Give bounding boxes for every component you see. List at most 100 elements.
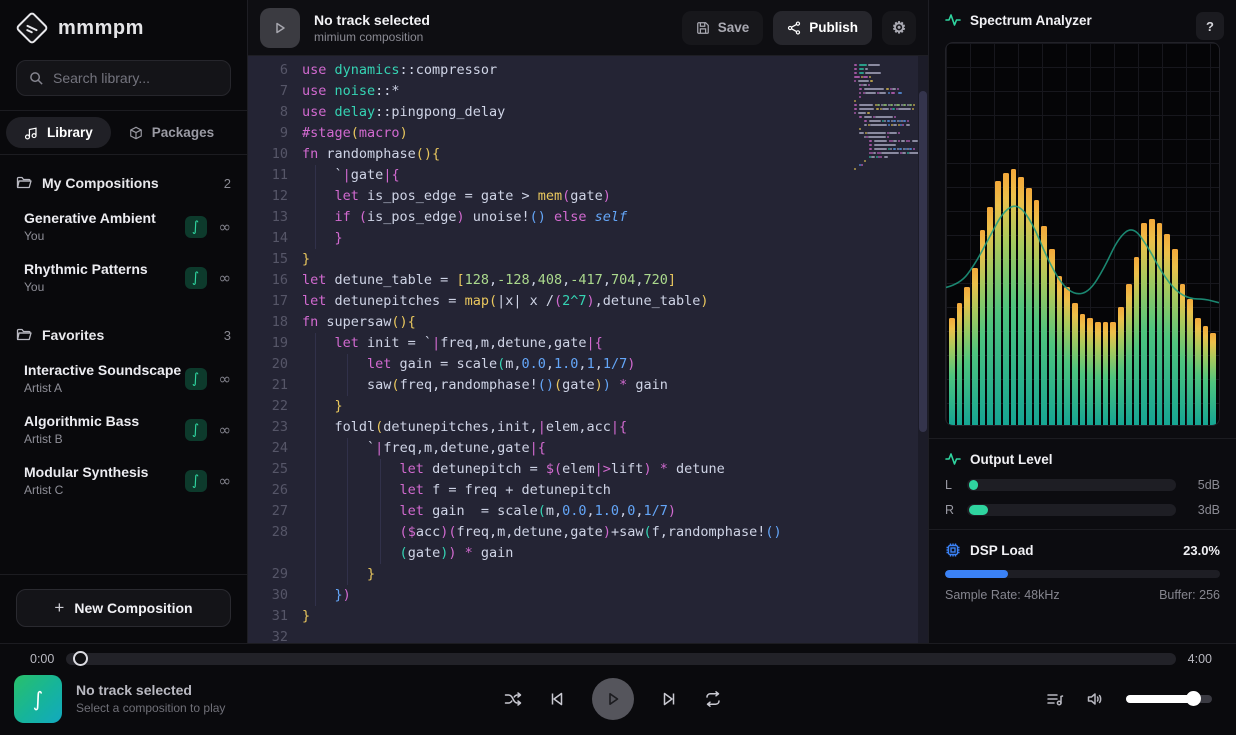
code-token: () <box>765 524 781 540</box>
minimap-line <box>854 104 916 106</box>
code-token: f,randomphase! <box>652 524 766 540</box>
composition-item[interactable]: Rhythmic PatternsYou∫∞ <box>0 252 247 303</box>
minimap-line <box>854 116 916 118</box>
code-token: fn <box>302 146 326 162</box>
repeat-button[interactable] <box>704 690 722 708</box>
editor-minimap[interactable] <box>852 56 918 643</box>
help-button[interactable]: ? <box>1196 12 1224 40</box>
infinity-icon: ∞ <box>219 370 232 388</box>
next-button[interactable] <box>660 690 678 708</box>
code-token: 720 <box>643 272 667 288</box>
code-token: map <box>465 293 489 309</box>
infinity-icon: ∞ <box>219 269 232 287</box>
player-bar: 0:00 4:00 ∫ No track selected Select a c… <box>0 643 1236 735</box>
indent-guide <box>315 564 316 585</box>
search-box[interactable] <box>16 60 231 96</box>
spectrum-title: Spectrum Analyzer <box>970 13 1092 28</box>
publish-button[interactable]: Publish <box>773 11 872 45</box>
code-token: elem <box>562 461 595 477</box>
line-number: 28 <box>248 522 288 543</box>
transport-controls <box>504 678 722 720</box>
composition-item[interactable]: Generative AmbientYou∫∞ <box>0 201 247 252</box>
code-token: let <box>400 461 433 477</box>
line-number: 13 <box>248 207 288 228</box>
code-token: let <box>302 293 335 309</box>
minimap-line <box>854 120 916 122</box>
preview-play-button[interactable] <box>260 8 300 48</box>
minimap-line <box>854 92 916 94</box>
tab-packages[interactable]: Packages <box>111 117 232 148</box>
minimap-line <box>854 112 916 114</box>
meter-channel-label: L <box>945 478 957 492</box>
volume-knob[interactable] <box>1186 691 1201 706</box>
code-token: ( <box>359 209 367 225</box>
queue-button[interactable] <box>1046 690 1064 708</box>
previous-button[interactable] <box>548 690 566 708</box>
play-button[interactable] <box>592 678 634 720</box>
line-number: 29 <box>248 564 288 585</box>
editor-scrollbar[interactable] <box>918 56 928 643</box>
composition-item[interactable]: Modular SynthesisArtist C∫∞ <box>0 455 247 506</box>
minimap-line <box>854 128 916 130</box>
volume-slider[interactable] <box>1126 695 1212 703</box>
section-count: 2 <box>224 176 231 191</box>
code-token: supersaw <box>326 314 391 330</box>
code-token: |{ <box>611 419 627 435</box>
indent-guide <box>380 522 381 543</box>
shuffle-button[interactable] <box>504 690 522 708</box>
line-number: 32 <box>248 627 288 643</box>
code-token: gate <box>570 188 603 204</box>
code-token: | <box>343 167 351 183</box>
composition-item[interactable]: Algorithmic BassArtist B∫∞ <box>0 404 247 455</box>
player-track-subtitle: Select a composition to play <box>76 701 225 715</box>
save-label: Save <box>718 20 750 35</box>
mimium-badge-icon: ∫ <box>185 368 207 390</box>
scrollbar-thumb[interactable] <box>919 91 927 431</box>
indent-guide <box>380 459 381 480</box>
publish-label: Publish <box>809 20 858 35</box>
sample-rate-label: Sample Rate: 48kHz <box>945 588 1060 602</box>
code-token: 1.0 <box>554 356 578 372</box>
composition-item[interactable]: Interactive SoundscapeArtist A∫∞ <box>0 353 247 404</box>
code-token: , <box>619 503 627 519</box>
indent-guide <box>315 543 316 564</box>
activity-icon <box>945 12 961 28</box>
code-token: 1.0 <box>595 503 619 519</box>
minimap-line <box>854 164 916 166</box>
save-button[interactable]: Save <box>682 11 764 45</box>
infinity-icon: ∞ <box>219 218 232 236</box>
settings-button[interactable]: ⚙ <box>882 11 916 45</box>
output-meters: L5dBR3dB <box>945 478 1220 517</box>
code-token: gate <box>562 377 595 393</box>
new-composition-button[interactable]: + New Composition <box>16 589 231 627</box>
code-token: detunepitches,init, <box>383 419 537 435</box>
line-number: 6 <box>248 60 288 81</box>
search-input[interactable] <box>53 70 218 86</box>
composition-title: Algorithmic Bass <box>24 413 139 429</box>
code-token: ) <box>595 377 603 393</box>
code-token: $ <box>408 524 416 540</box>
code-token: 1/7 <box>643 503 667 519</box>
timeline-slider[interactable] <box>66 653 1175 665</box>
minimap-line <box>854 64 916 66</box>
code-token: -128 <box>497 272 530 288</box>
line-number: 12 <box>248 186 288 207</box>
section-header: Favorites3 <box>0 317 247 353</box>
share-icon <box>787 21 801 35</box>
section-header: My Compositions2 <box>0 165 247 201</box>
tab-library[interactable]: Library <box>6 117 111 148</box>
app-window: mmmpm Library <box>0 0 1236 735</box>
indent-guide <box>347 522 348 543</box>
mimium-badge-icon: ∫ <box>185 419 207 441</box>
code-token: |> <box>595 461 611 477</box>
code-token: ( <box>351 125 359 141</box>
volume-button[interactable] <box>1086 690 1104 708</box>
code-token: * <box>611 377 635 393</box>
code-editor[interactable]: 6use dynamics::compressor7use noise::*8u… <box>248 56 928 643</box>
timeline-knob[interactable] <box>73 651 88 666</box>
code-token: ) <box>343 587 351 603</box>
line-number: 15 <box>248 249 288 270</box>
mimium-badge-icon: ∫ <box>185 267 207 289</box>
tab-library-label: Library <box>47 125 93 140</box>
indent-guide <box>315 354 316 375</box>
